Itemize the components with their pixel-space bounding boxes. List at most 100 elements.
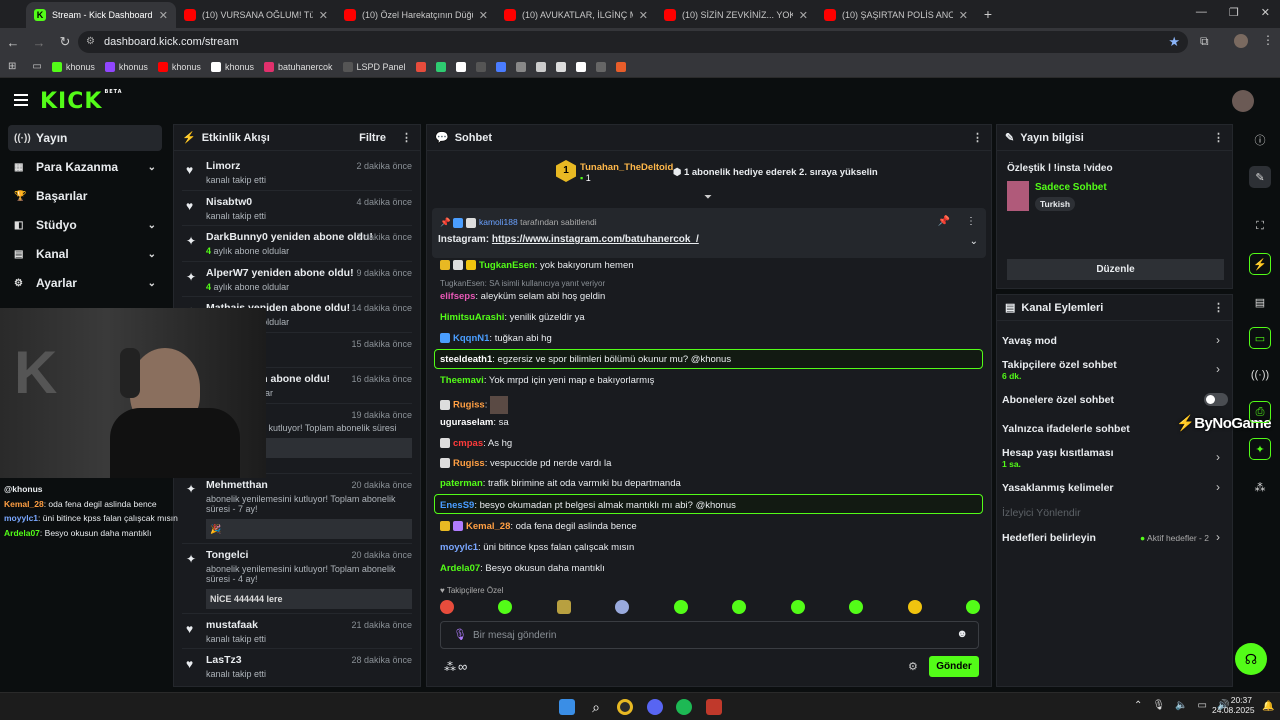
lightning-icon[interactable]: ⚡ <box>1249 253 1271 275</box>
bookmark-icon[interactable] <box>475 61 486 72</box>
bookmark-item[interactable]: LSPD Panel <box>342 61 406 72</box>
more-options-icon[interactable]: ⋮ <box>401 131 412 144</box>
chat-username[interactable]: KqqnN1 <box>453 333 489 344</box>
edit-icon[interactable]: ✎ <box>1249 166 1271 188</box>
chat-input[interactable]: 🎙 Bir mesaj gönderin ☻ <box>440 621 979 649</box>
subscribers-only-toggle[interactable] <box>1204 393 1228 406</box>
search-icon[interactable]: ⌕ <box>588 699 604 715</box>
close-tab-icon[interactable]: ✕ <box>639 9 648 22</box>
network-icon[interactable]: ▭ <box>1198 700 1207 711</box>
emote-icon[interactable] <box>790 600 805 614</box>
emote-icon[interactable] <box>673 600 688 614</box>
emote-icon[interactable] <box>907 600 922 614</box>
emote-icon[interactable] <box>849 600 864 614</box>
tab-youtube-5[interactable]: (10) ŞAŞIRTAN POLİS ANONSU ✕ <box>816 2 976 28</box>
app-icon[interactable] <box>706 699 722 715</box>
sidebar-item-kanal[interactable]: ▤ Kanal ⌄ <box>8 241 162 267</box>
close-tab-icon[interactable]: ✕ <box>959 9 968 22</box>
more-options-icon[interactable]: ⋮ <box>1213 301 1224 314</box>
chat-username[interactable]: Ardela07 <box>440 563 480 574</box>
emoji-icon[interactable]: ☻ <box>956 628 968 640</box>
sidebar-item-studyo[interactable]: ◧ Stüdyo ⌄ <box>8 212 162 238</box>
chat-username[interactable]: Theemavi <box>440 375 484 386</box>
points-icon[interactable]: ⁂ <box>1249 476 1271 498</box>
close-window-icon[interactable]: ✕ <box>1261 6 1270 19</box>
chat-username[interactable]: uguraselam <box>440 417 493 428</box>
collapse-icon[interactable]: ⏷ <box>704 192 712 203</box>
document-icon[interactable]: ▤ <box>1249 291 1271 313</box>
sidebar-item-para-kazanma[interactable]: ▦ Para Kazanma ⌄ <box>8 154 162 180</box>
forward-icon[interactable]: → <box>26 35 52 50</box>
chevron-down-icon[interactable]: ⌄ <box>970 236 978 247</box>
bookmark-star-icon[interactable]: ★ <box>1168 31 1180 53</box>
discord-icon[interactable] <box>647 699 663 715</box>
speaker-icon[interactable]: 🔈 <box>1175 700 1187 711</box>
chevron-right-icon[interactable]: › <box>1216 362 1220 376</box>
send-button[interactable]: Gönder <box>929 656 979 677</box>
filter-button[interactable]: Filtre <box>359 132 386 144</box>
category-name[interactable]: Sadece Sohbet <box>1035 182 1107 193</box>
close-tab-icon[interactable]: ✕ <box>799 9 808 22</box>
bookmark-item[interactable]: khonus <box>210 61 254 72</box>
more-options-icon[interactable]: ⋮ <box>1213 131 1224 144</box>
tab-youtube-4[interactable]: (10) SİZİN ZEVKİNİZ... YOK! - Yo ✕ <box>656 2 816 28</box>
chat-username[interactable]: HimitsuArashi <box>440 312 504 323</box>
bookmark-item[interactable]: khonus <box>157 61 201 72</box>
action-subscribers-only[interactable]: Abonelere özel sohbet <box>1002 394 1114 406</box>
chat-username[interactable]: Rugiss <box>453 400 485 411</box>
chrome-icon[interactable] <box>617 699 633 715</box>
action-banned-words[interactable]: Yasaklanmış kelimeler <box>1002 482 1114 494</box>
emote-icon[interactable] <box>556 600 571 614</box>
bookmark-icon[interactable] <box>415 61 426 72</box>
support-headset-icon[interactable]: ☊ <box>1235 643 1267 675</box>
chat-username[interactable]: Kemal_28 <box>466 521 510 532</box>
chat-username[interactable]: steeldeath1 <box>440 354 492 365</box>
printer-icon[interactable]: ⎙ <box>1249 401 1271 423</box>
gift-leader-user[interactable]: Tunahan_TheDeltoid <box>580 162 673 173</box>
reload-icon[interactable]: ↻ <box>52 34 78 50</box>
bookmark-icon[interactable] <box>575 61 586 72</box>
action-account-age[interactable]: Hesap yaşı kısıtlaması <box>1002 447 1114 459</box>
emote-icon[interactable] <box>440 600 454 614</box>
extensions-icon[interactable]: ⧉ <box>1200 34 1209 49</box>
bookmark-item[interactable]: khonus <box>104 61 148 72</box>
emote-icon[interactable] <box>498 600 513 614</box>
edit-button[interactable]: Düzenle <box>1007 259 1224 280</box>
chat-username[interactable]: cmpas <box>453 438 483 449</box>
action-slow-mode[interactable]: Yavaş mod <box>1002 335 1057 347</box>
infinity-icon[interactable]: ∞ <box>458 659 467 674</box>
pinned-link[interactable]: https://www.instagram.com/batuhanercok_/ <box>492 234 699 245</box>
folder-icon[interactable]: ▭ <box>32 61 41 72</box>
chevron-right-icon[interactable]: › <box>1216 333 1220 347</box>
bookmark-icon[interactable] <box>515 61 526 72</box>
bookmark-item[interactable]: batuhanercok <box>263 61 333 72</box>
close-tab-icon[interactable]: ✕ <box>319 9 328 22</box>
chevron-right-icon[interactable]: › <box>1216 530 1220 544</box>
notifications-icon[interactable]: 🔔 <box>1262 701 1274 712</box>
chat-username[interactable]: TugkanEsen <box>479 260 535 271</box>
screen-capture-icon[interactable]: ⛶ <box>1249 215 1271 237</box>
chevron-right-icon[interactable]: › <box>1216 480 1220 494</box>
chat-username[interactable]: Rugiss <box>453 458 485 469</box>
site-info-icon[interactable]: ⚙ <box>86 31 95 53</box>
more-options-icon[interactable]: ⋮ <box>972 131 983 144</box>
chevron-up-icon[interactable]: ⌃ <box>1134 700 1142 711</box>
more-options-icon[interactable]: ⋮ <box>966 216 976 227</box>
bookmark-icon[interactable] <box>595 61 606 72</box>
hamburger-menu-icon[interactable] <box>14 94 28 106</box>
points-icon[interactable]: ⁂ <box>444 660 456 674</box>
chat-username[interactable]: elifseps <box>440 291 475 302</box>
unpin-icon[interactable]: 📌 <box>938 216 950 227</box>
microphone-icon[interactable]: 🎙 <box>1152 700 1165 711</box>
wrench-icon[interactable]: ✦ <box>1249 438 1271 460</box>
sidebar-item-ayarlar[interactable]: ⚙ Ayarlar ⌄ <box>8 270 162 296</box>
clock[interactable]: 20:37 24.08.2025 <box>1212 695 1255 715</box>
tag-language[interactable]: Turkish <box>1035 197 1076 211</box>
bookmark-icon[interactable] <box>555 61 566 72</box>
action-set-goals[interactable]: Hedefleri belirleyin <box>1002 532 1096 544</box>
tab-youtube-3[interactable]: (10) AVUKATLAR, İLGİNÇ MAHK ✕ <box>496 2 656 28</box>
chat-username[interactable]: moyylc1 <box>440 542 478 553</box>
start-icon[interactable] <box>559 699 575 715</box>
back-icon[interactable]: ← <box>0 35 26 50</box>
emote-icon[interactable] <box>732 600 747 614</box>
